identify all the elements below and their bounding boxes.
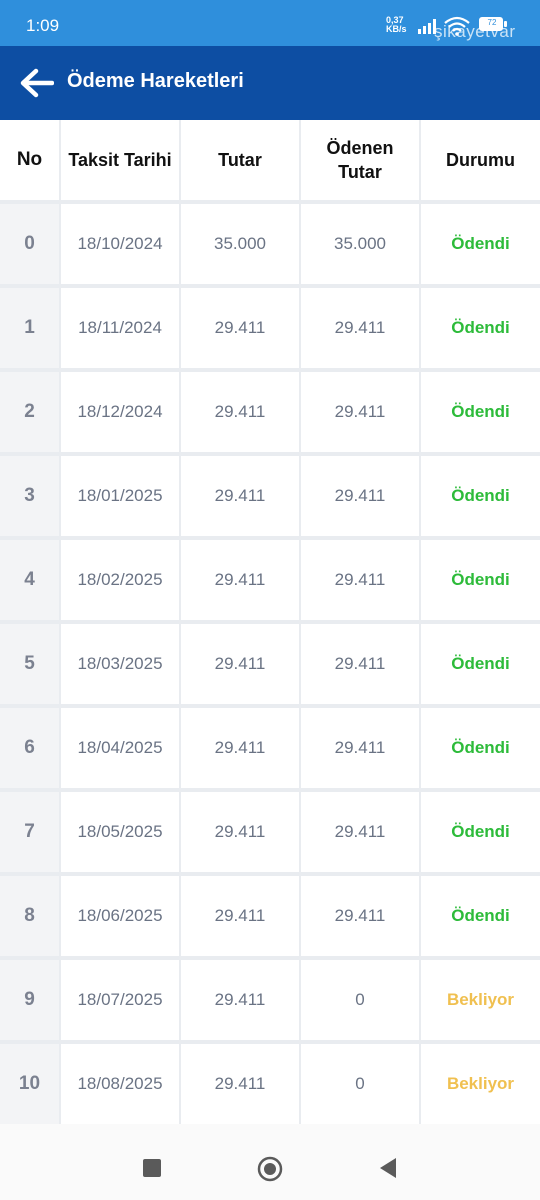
installment-date-cell: 18/10/2024 [61, 204, 179, 284]
status-cell: Ödendi [421, 540, 540, 620]
status-cell: Ödendi [421, 372, 540, 452]
amount-cell: 29.411 [181, 372, 299, 452]
payments-table: No Taksit Tarihi Tutar Ödenen Tutar Duru… [0, 120, 540, 1124]
network-speed: 0,37 KB/s [386, 16, 407, 34]
installment-date-cell: 18/07/2025 [61, 960, 179, 1040]
installment-date-cell: 18/06/2025 [61, 876, 179, 956]
installment-date-cell: 18/08/2025 [61, 1044, 179, 1124]
row-number-cell: 4 [0, 540, 59, 620]
header-paid-amount-label: Ödenen Tutar [326, 138, 394, 182]
status-cell: Ödendi [421, 456, 540, 536]
header-installment-date: Taksit Tarihi [61, 120, 179, 200]
amount-cell: 29.411 [181, 792, 299, 872]
status-cell: Ödendi [421, 288, 540, 368]
app-bar: Ödeme Hareketleri [0, 46, 540, 120]
status-time: 1:09 [26, 16, 60, 35]
row-number-cell: 2 [0, 372, 59, 452]
table-header-row: No Taksit Tarihi Tutar Ödenen Tutar Duru… [0, 120, 540, 202]
paid-amount-cell: 29.411 [301, 624, 419, 704]
paid-amount-cell: 29.411 [301, 540, 419, 620]
amount-cell: 29.411 [181, 288, 299, 368]
table-row: 4 18/02/2025 29.411 29.411 Ödendi [0, 540, 540, 622]
amount-cell: 29.411 [181, 708, 299, 788]
amount-cell: 29.411 [181, 876, 299, 956]
row-number-cell: 5 [0, 624, 59, 704]
amount-cell: 29.411 [181, 1044, 299, 1124]
page-title: Ödeme Hareketleri [67, 70, 244, 92]
table-row: 8 18/06/2025 29.411 29.411 Ödendi [0, 876, 540, 958]
paid-amount-cell: 29.411 [301, 372, 419, 452]
amount-cell: 29.411 [181, 624, 299, 704]
paid-amount-cell: 0 [301, 960, 419, 1040]
status-cell: Bekliyor [421, 960, 540, 1040]
table-row: 0 18/10/2024 35.000 35.000 Ödendi [0, 204, 540, 286]
row-number-cell: 3 [0, 456, 59, 536]
paid-amount-cell: 29.411 [301, 876, 419, 956]
row-number-cell: 1 [0, 288, 59, 368]
table-row: 6 18/04/2025 29.411 29.411 Ödendi [0, 708, 540, 790]
installment-date-cell: 18/01/2025 [61, 456, 179, 536]
home-icon[interactable] [257, 1156, 283, 1182]
table-row: 5 18/03/2025 29.411 29.411 Ödendi [0, 624, 540, 706]
system-nav-bar [0, 1124, 540, 1200]
header-no: No [0, 120, 59, 200]
paid-amount-cell: 29.411 [301, 456, 419, 536]
watermark: şikayetvar [434, 22, 516, 41]
arrow-left-icon[interactable] [20, 68, 54, 98]
paid-amount-cell: 35.000 [301, 204, 419, 284]
amount-cell: 35.000 [181, 204, 299, 284]
installment-date-cell: 18/05/2025 [61, 792, 179, 872]
row-number-cell: 10 [0, 1044, 59, 1124]
table-row: 1 18/11/2024 29.411 29.411 Ödendi [0, 288, 540, 370]
table-row: 3 18/01/2025 29.411 29.411 Ödendi [0, 456, 540, 538]
row-number-cell: 0 [0, 204, 59, 284]
installment-date-cell: 18/04/2025 [61, 708, 179, 788]
recent-apps-icon[interactable] [143, 1159, 161, 1177]
back-icon[interactable] [378, 1157, 398, 1179]
amount-cell: 29.411 [181, 960, 299, 1040]
row-number-cell: 7 [0, 792, 59, 872]
table-row: 9 18/07/2025 29.411 0 Bekliyor [0, 960, 540, 1042]
amount-cell: 29.411 [181, 456, 299, 536]
status-cell: Ödendi [421, 204, 540, 284]
table-row: 2 18/12/2024 29.411 29.411 Ödendi [0, 372, 540, 454]
table-row: 10 18/08/2025 29.411 0 Bekliyor [0, 1044, 540, 1124]
table-row: 7 18/05/2025 29.411 29.411 Ödendi [0, 792, 540, 874]
status-cell: Ödendi [421, 876, 540, 956]
installment-date-cell: 18/02/2025 [61, 540, 179, 620]
row-number-cell: 9 [0, 960, 59, 1040]
paid-amount-cell: 29.411 [301, 708, 419, 788]
status-bar: 1:09 0,37 KB/s 72 şikayetvar [0, 0, 540, 46]
status-cell: Ödendi [421, 792, 540, 872]
network-speed-unit: KB/s [386, 24, 407, 34]
header-amount: Tutar [181, 120, 299, 200]
header-paid-amount: Ödenen Tutar [301, 120, 419, 200]
installment-date-cell: 18/11/2024 [61, 288, 179, 368]
header-status: Durumu [421, 120, 540, 200]
status-cell: Ödendi [421, 708, 540, 788]
paid-amount-cell: 29.411 [301, 792, 419, 872]
status-cell: Bekliyor [421, 1044, 540, 1124]
row-number-cell: 8 [0, 876, 59, 956]
row-number-cell: 6 [0, 708, 59, 788]
paid-amount-cell: 0 [301, 1044, 419, 1124]
installment-date-cell: 18/03/2025 [61, 624, 179, 704]
paid-amount-cell: 29.411 [301, 288, 419, 368]
status-cell: Ödendi [421, 624, 540, 704]
installment-date-cell: 18/12/2024 [61, 372, 179, 452]
amount-cell: 29.411 [181, 540, 299, 620]
